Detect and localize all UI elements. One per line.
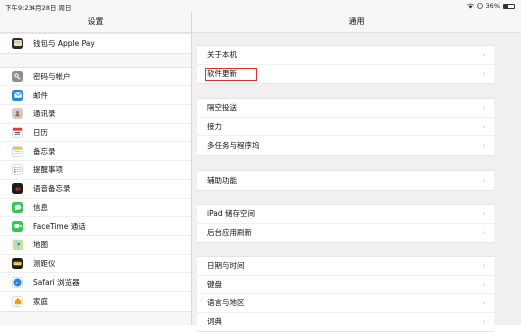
row-label: 键盘 (207, 279, 222, 289)
highlight-box (205, 67, 257, 81)
row-label: 接力 (207, 121, 222, 131)
sidebar-item-label: 备忘录 (33, 146, 56, 156)
sidebar-title: 设置 (0, 12, 191, 33)
sidebar-item-label: Safari 浏览器 (33, 277, 80, 287)
row-language-region[interactable]: 语言与地区 › (197, 294, 494, 313)
row-label: 后台应用刷新 (207, 228, 252, 238)
sidebar-item-facetime[interactable]: FaceTime 通话 (0, 217, 191, 236)
sidebar-item-passwords[interactable]: 密码与帐户 (0, 68, 191, 87)
sidebar-item-label: 地图 (33, 240, 48, 250)
row-label: 词典 (207, 317, 222, 327)
chevron-right-icon: › (482, 69, 486, 79)
home-icon (12, 295, 23, 307)
row-keyboard[interactable]: 键盘 › (197, 276, 494, 294)
row-background-refresh[interactable]: 后台应用刷新 › (197, 224, 494, 243)
sidebar-item-voice-memos[interactable]: 语音备忘录 (0, 180, 191, 199)
row-label: 语言与地区 (207, 298, 245, 308)
general-pane: 通用 关于本机 › 软件更新 › 隔空投送 › 接力 › 多任务与程序坞 › 辅… (192, 12, 521, 332)
reminders-icon (12, 164, 23, 176)
contacts-icon (12, 108, 23, 120)
maps-icon (12, 239, 23, 251)
sidebar-item-messages[interactable]: 信息 (0, 199, 191, 218)
sidebar-item-label: 语音备忘录 (33, 184, 71, 194)
sidebar-item-mail[interactable]: 邮件 (0, 86, 191, 106)
page-title: 通用 (192, 12, 521, 33)
section-about: 关于本机 › 软件更新 › (197, 45, 494, 84)
row-label: 日期与时间 (207, 261, 245, 271)
status-right: 36% (466, 2, 515, 10)
chevron-right-icon: › (482, 209, 486, 219)
row-airdrop[interactable]: 隔空投送 › (197, 99, 494, 118)
chevron-right-icon: › (482, 228, 486, 238)
measure-icon (12, 257, 23, 269)
status-time: 下午9:23 (5, 4, 33, 12)
battery-icon (503, 3, 515, 9)
notes-icon (12, 145, 23, 157)
sidebar-item-label: FaceTime 通话 (33, 221, 86, 231)
chevron-right-icon: › (482, 50, 486, 60)
sidebar-item-label: 家庭 (33, 296, 48, 306)
voice-memos-icon (12, 183, 23, 195)
facetime-icon (12, 220, 23, 232)
row-handoff[interactable]: 接力 › (197, 118, 494, 136)
row-software-update[interactable]: 软件更新 › (197, 65, 494, 84)
section-date-keyboard: 日期与时间 › 键盘 › 语言与地区 › 词典 › (197, 256, 494, 332)
row-date-time[interactable]: 日期与时间 › (197, 257, 494, 276)
chevron-right-icon: › (482, 175, 486, 185)
safari-icon (12, 276, 23, 288)
row-label: 辅助功能 (207, 175, 237, 185)
chevron-right-icon: › (482, 298, 486, 308)
lock-rotation-icon (476, 3, 483, 9)
sidebar-item-label: 日历 (33, 128, 48, 138)
row-dictionary[interactable]: 词典 › (197, 313, 494, 332)
row-label: iPad 储存空间 (207, 209, 256, 219)
chevron-right-icon: › (482, 103, 486, 113)
sidebar-item-label: 提醒事项 (33, 165, 63, 175)
sidebar-group-wallet: 钱包与 Apple Pay (0, 33, 191, 54)
row-label: 关于本机 (207, 50, 237, 60)
calendar-icon (12, 127, 23, 139)
sidebar-item-label: 通讯录 (33, 109, 56, 119)
status-bar: 下午9:23 4月28日 周日 36% (0, 0, 521, 12)
section-storage: iPad 储存空间 › 后台应用刷新 › (197, 204, 494, 243)
chevron-right-icon: › (482, 261, 486, 271)
sidebar-item-label: 测距仪 (33, 258, 56, 268)
battery-percent: 36% (485, 2, 500, 10)
sidebar-item-measure[interactable]: 测距仪 (0, 255, 191, 274)
sidebar-item-label: 信息 (33, 202, 48, 212)
messages-icon (12, 201, 23, 213)
sidebar-item-calendar[interactable]: 日历 (0, 124, 191, 143)
row-about[interactable]: 关于本机 › (197, 46, 494, 65)
row-accessibility[interactable]: 辅助功能 › (197, 171, 494, 190)
sidebar-item-wallet[interactable]: 钱包与 Apple Pay (0, 34, 191, 53)
row-label: 多任务与程序坞 (207, 140, 260, 150)
status-date: 4月28日 周日 (31, 4, 72, 12)
mail-icon (12, 89, 23, 101)
row-label: 隔空投送 (207, 103, 237, 113)
key-icon (12, 71, 23, 83)
section-airdrop: 隔空投送 › 接力 › 多任务与程序坞 › (197, 98, 494, 156)
chevron-right-icon: › (482, 121, 486, 131)
sidebar-item-safari[interactable]: Safari 浏览器 (0, 273, 191, 292)
row-multitasking[interactable]: 多任务与程序坞 › (197, 136, 494, 155)
wifi-icon (466, 3, 474, 9)
sidebar-item-maps[interactable]: 地图 (0, 236, 191, 255)
sidebar-item-contacts[interactable]: 通讯录 (0, 105, 191, 124)
chevron-right-icon: › (482, 140, 486, 150)
sidebar-item-home[interactable]: 家庭 (0, 292, 191, 311)
sidebar-item-notes[interactable]: 备忘录 (0, 142, 191, 162)
sidebar-item-label: 邮件 (33, 90, 48, 100)
sidebar-item-reminders[interactable]: 提醒事项 (0, 161, 191, 180)
sidebar-item-label: 密码与帐户 (33, 72, 71, 82)
sidebar-item-label: 钱包与 Apple Pay (33, 38, 95, 48)
row-ipad-storage[interactable]: iPad 储存空间 › (197, 205, 494, 224)
wallet-icon (12, 37, 23, 49)
settings-sidebar: 设置 钱包与 Apple Pay 密码与帐户 邮件 通讯录 日历 备忘录 提醒事… (0, 12, 192, 325)
chevron-right-icon: › (482, 279, 486, 289)
section-accessibility: 辅助功能 › (197, 170, 494, 191)
sidebar-group-apps: 密码与帐户 邮件 通讯录 日历 备忘录 提醒事项 语音备忘录 信息 FaceTi… (0, 66, 191, 312)
